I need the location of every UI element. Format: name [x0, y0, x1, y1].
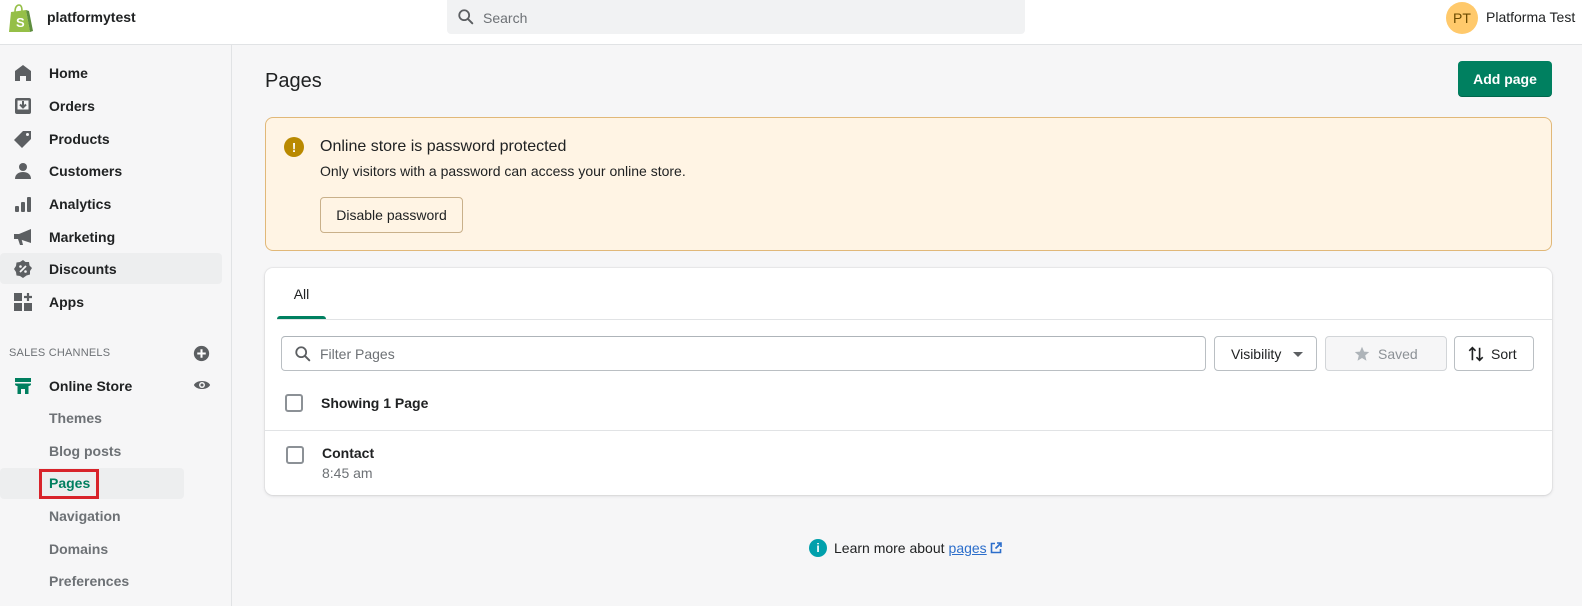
sidebar-subitem-label: Domains	[49, 541, 109, 557]
visibility-dropdown[interactable]: Visibility	[1214, 336, 1317, 371]
add-page-button[interactable]: Add page	[1458, 61, 1552, 97]
page-title: Pages	[265, 70, 322, 92]
sidebar-item-orders[interactable]: Orders	[0, 90, 222, 121]
sidebar-item-customers[interactable]: Customers	[0, 155, 222, 186]
sidebar-item-marketing[interactable]: Marketing	[0, 221, 222, 252]
sidebar-item-apps[interactable]: Apps	[0, 286, 222, 317]
sidebar-item-label: Customers	[49, 162, 123, 179]
sidebar-item-analytics[interactable]: Analytics	[0, 188, 222, 219]
sidebar-item-label: Marketing	[49, 228, 116, 245]
pages-card: All Visibility Saved Sort Showing 1 Page…	[265, 268, 1552, 495]
sidebar: Home Orders Products Customers Analytics…	[0, 45, 232, 606]
sidebar-item-label: Orders	[49, 97, 95, 114]
sidebar-item-label: Apps	[49, 293, 84, 310]
saved-button[interactable]: Saved	[1325, 336, 1447, 371]
top-bar: S platformytest Search PT Platforma Test	[0, 0, 1582, 45]
filter-pages-input[interactable]	[320, 338, 1190, 369]
sidebar-subitem-blog-posts[interactable]: Blog posts	[0, 436, 184, 467]
sidebar-item-label: Products	[49, 130, 110, 147]
banner-text: Only visitors with a password can access…	[320, 163, 686, 179]
apps-icon	[14, 292, 32, 311]
sidebar-item-products[interactable]: Products	[0, 123, 222, 154]
row-checkbox[interactable]	[286, 446, 304, 464]
sidebar-item-discounts[interactable]: Discounts	[0, 253, 222, 284]
banner-title: Online store is password protected	[320, 138, 567, 155]
tab-all[interactable]: All	[277, 268, 326, 319]
sort-button[interactable]: Sort	[1454, 336, 1534, 371]
sales-channels-heading: SALES CHANNELS	[9, 347, 111, 359]
sidebar-subitem-domains[interactable]: Domains	[0, 534, 184, 565]
megaphone-icon	[14, 228, 31, 245]
disable-password-button[interactable]: Disable password	[320, 197, 463, 233]
store-icon	[15, 377, 31, 394]
sidebar-subitem-label: Navigation	[49, 508, 121, 524]
orders-icon	[15, 97, 31, 114]
sidebar-subitem-label: Themes	[49, 410, 102, 426]
select-all-checkbox[interactable]	[285, 394, 303, 412]
learn-more-link[interactable]: pages	[949, 540, 987, 556]
table-row[interactable]: Contact 8:45 am	[265, 431, 1552, 495]
sidebar-item-label: Discounts	[49, 260, 117, 277]
sidebar-subitem-themes[interactable]: Themes	[0, 403, 184, 434]
tag-icon	[14, 130, 31, 148]
star-icon	[1354, 346, 1370, 361]
tab-divider	[277, 319, 1552, 320]
help-text: Learn more about	[834, 540, 945, 556]
search-icon	[458, 9, 474, 25]
sort-arrows-icon	[1468, 346, 1484, 362]
page-title-cell[interactable]: Contact	[322, 445, 374, 461]
tab-label: All	[293, 285, 310, 302]
sidebar-subitem-label: Blog posts	[49, 443, 122, 459]
showing-count: Showing 1 Page	[321, 395, 429, 411]
sidebar-item-online-store[interactable]: Online Store	[0, 370, 222, 401]
global-search[interactable]: Search	[447, 0, 1025, 34]
caret-down-icon	[1293, 352, 1303, 357]
warning-icon: !	[284, 137, 304, 157]
filter-pages-field[interactable]	[281, 336, 1206, 371]
highlight-annotation	[39, 469, 99, 499]
store-name[interactable]: platformytest	[47, 9, 136, 25]
external-link-icon[interactable]	[990, 542, 1002, 554]
avatar[interactable]: PT	[1446, 2, 1478, 34]
sidebar-subitem-navigation[interactable]: Navigation	[0, 501, 184, 532]
bar-chart-icon	[15, 196, 31, 212]
sidebar-item-label: Analytics	[49, 195, 112, 212]
sidebar-item-label: Online Store	[49, 377, 133, 394]
sidebar-subitem-preferences[interactable]: Preferences	[0, 566, 184, 597]
add-circle-icon[interactable]	[193, 345, 210, 362]
password-protection-banner: ! Online store is password protected Onl…	[265, 117, 1552, 251]
sidebar-item-home[interactable]: Home	[0, 57, 222, 88]
user-name[interactable]: Platforma Test	[1486, 9, 1575, 25]
sort-label: Sort	[1491, 346, 1517, 362]
page-time-cell: 8:45 am	[322, 465, 373, 481]
person-icon	[15, 162, 31, 179]
shopify-logo-icon[interactable]: S	[7, 4, 33, 34]
discount-icon	[14, 259, 32, 278]
eye-icon[interactable]	[193, 378, 211, 392]
info-icon: i	[809, 539, 827, 557]
search-placeholder: Search	[483, 10, 528, 26]
sidebar-subitem-label: Preferences	[49, 573, 130, 589]
visibility-label: Visibility	[1231, 345, 1282, 362]
home-icon	[15, 64, 31, 81]
help-footer: i Learn more about pages	[809, 538, 1002, 558]
sidebar-item-label: Home	[49, 64, 88, 81]
svg-text:S: S	[16, 15, 25, 30]
search-icon	[295, 346, 311, 362]
saved-label: Saved	[1378, 346, 1418, 362]
